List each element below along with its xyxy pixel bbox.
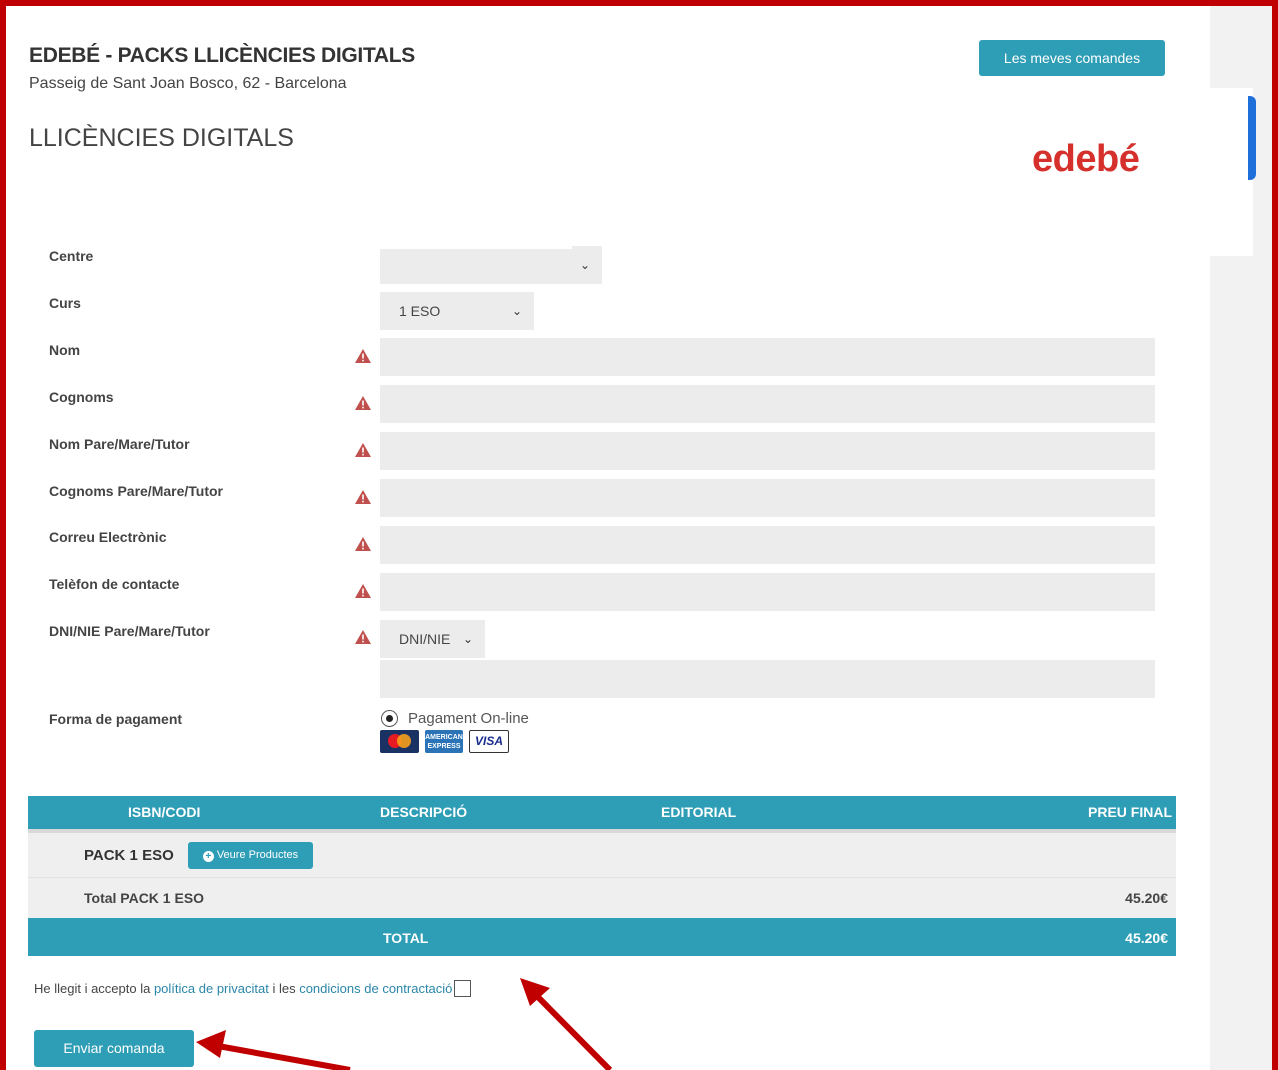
order-table-header: ISBN/CODI DESCRIPCIÓ EDITORIAL PREU FINA…	[28, 796, 1176, 829]
cognoms-tutor-input[interactable]	[380, 479, 1155, 517]
curs-label: Curs	[49, 295, 81, 311]
header-final-price: PREU FINAL	[1088, 804, 1172, 820]
contract-conditions-link[interactable]: condicions de contractació	[299, 981, 452, 996]
annotation-border-right	[1272, 0, 1278, 1070]
dni-input[interactable]	[380, 660, 1155, 698]
payment-online-label: Pagament On-line	[408, 710, 529, 727]
pack-total-label: Total PACK 1 ESO	[84, 890, 205, 906]
table-row-total: TOTAL 45.20€	[28, 918, 1176, 956]
curs-select-value: 1 ESO	[399, 303, 441, 319]
total-label: TOTAL	[383, 930, 429, 946]
nom-tutor-label: Nom Pare/Mare/Tutor	[49, 436, 190, 452]
accept-prefix: He llegit i accepto la	[34, 981, 154, 996]
header-isbn: ISBN/CODI	[128, 804, 201, 820]
warning-icon	[355, 537, 371, 551]
privacy-policy-link[interactable]: política de privacitat	[154, 981, 269, 996]
dni-type-select[interactable]: DNI/NIE ⌄	[380, 620, 485, 658]
pack-total-value: 45.20€	[1125, 890, 1168, 906]
email-label: Correu Electrònic	[49, 529, 167, 545]
phone-label: Telèfon de contacte	[49, 576, 180, 592]
page-frame: EDEBÉ - PACKS LLICÈNCIES DIGITALS Passei…	[0, 0, 1278, 1070]
warning-icon	[355, 490, 371, 504]
terms-acceptance: He llegit i accepto la política de priva…	[34, 980, 472, 997]
view-products-label: Veure Productes	[216, 849, 299, 861]
dni-label: DNI/NIE Pare/Mare/Tutor	[49, 623, 210, 639]
table-row-pack: PACK 1 ESO + Veure Productes	[28, 829, 1176, 877]
plus-circle-icon: +	[202, 851, 214, 862]
arrow-to-submit-icon	[196, 1030, 351, 1070]
annotation-border-top	[0, 0, 1278, 6]
total-value: 45.20€	[1125, 930, 1168, 946]
accept-middle: i les	[268, 981, 300, 996]
nom-tutor-input[interactable]	[380, 432, 1155, 470]
nom-input[interactable]	[380, 338, 1155, 376]
accept-terms-checkbox[interactable]	[454, 980, 472, 997]
visa-icon: VISA	[469, 730, 509, 753]
cognoms-label: Cognoms	[49, 389, 114, 405]
mastercard-icon	[380, 730, 419, 753]
warning-icon	[355, 584, 371, 598]
chevron-down-icon: ⌄	[462, 632, 473, 646]
view-products-button[interactable]: + Veure Productes	[188, 842, 313, 869]
table-row-pack-total: Total PACK 1 ESO 45.20€	[28, 877, 1176, 918]
email-input[interactable]	[380, 526, 1155, 564]
amex-icon: AMERICAN EXPRESS	[425, 730, 463, 753]
chevron-down-icon: ⌄	[579, 258, 590, 272]
phone-input[interactable]	[380, 573, 1155, 611]
chevron-down-icon: ⌄	[511, 304, 522, 318]
centre-label: Centre	[49, 248, 94, 264]
side-edge-decoration	[1248, 96, 1256, 180]
submit-order-button[interactable]: Enviar comanda	[34, 1030, 194, 1067]
arrow-to-checkbox-icon	[520, 978, 613, 1070]
my-orders-button[interactable]: Les meves comandes	[979, 40, 1165, 76]
header-description: DESCRIPCIÓ	[380, 804, 468, 820]
warning-icon	[355, 349, 371, 363]
header-editorial: EDITORIAL	[661, 804, 737, 820]
nom-label: Nom	[49, 342, 81, 358]
dni-type-value: DNI/NIE	[399, 631, 451, 647]
cognoms-input[interactable]	[380, 385, 1155, 423]
payment-label: Forma de pagament	[49, 711, 183, 727]
cognoms-tutor-label: Cognoms Pare/Mare/Tutor	[49, 483, 223, 499]
warning-icon	[355, 443, 371, 457]
warning-icon	[355, 630, 371, 644]
page-title: LLICÈNCIES DIGITALS	[29, 124, 294, 152]
edebe-logo: edebé	[1032, 138, 1140, 180]
company-address: Passeig de Sant Joan Bosco, 62 - Barcelo…	[29, 75, 347, 92]
payment-online-radio[interactable]	[381, 710, 398, 727]
select-overlay	[372, 243, 572, 249]
curs-select[interactable]: 1 ESO ⌄	[380, 292, 534, 330]
company-name: EDEBÉ - PACKS LLICÈNCIES DIGITALS	[29, 44, 416, 67]
annotation-border-left	[0, 0, 6, 1070]
pack-name: PACK 1 ESO	[84, 847, 174, 864]
warning-icon	[355, 396, 371, 410]
centre-select[interactable]: ⌄	[380, 246, 602, 284]
